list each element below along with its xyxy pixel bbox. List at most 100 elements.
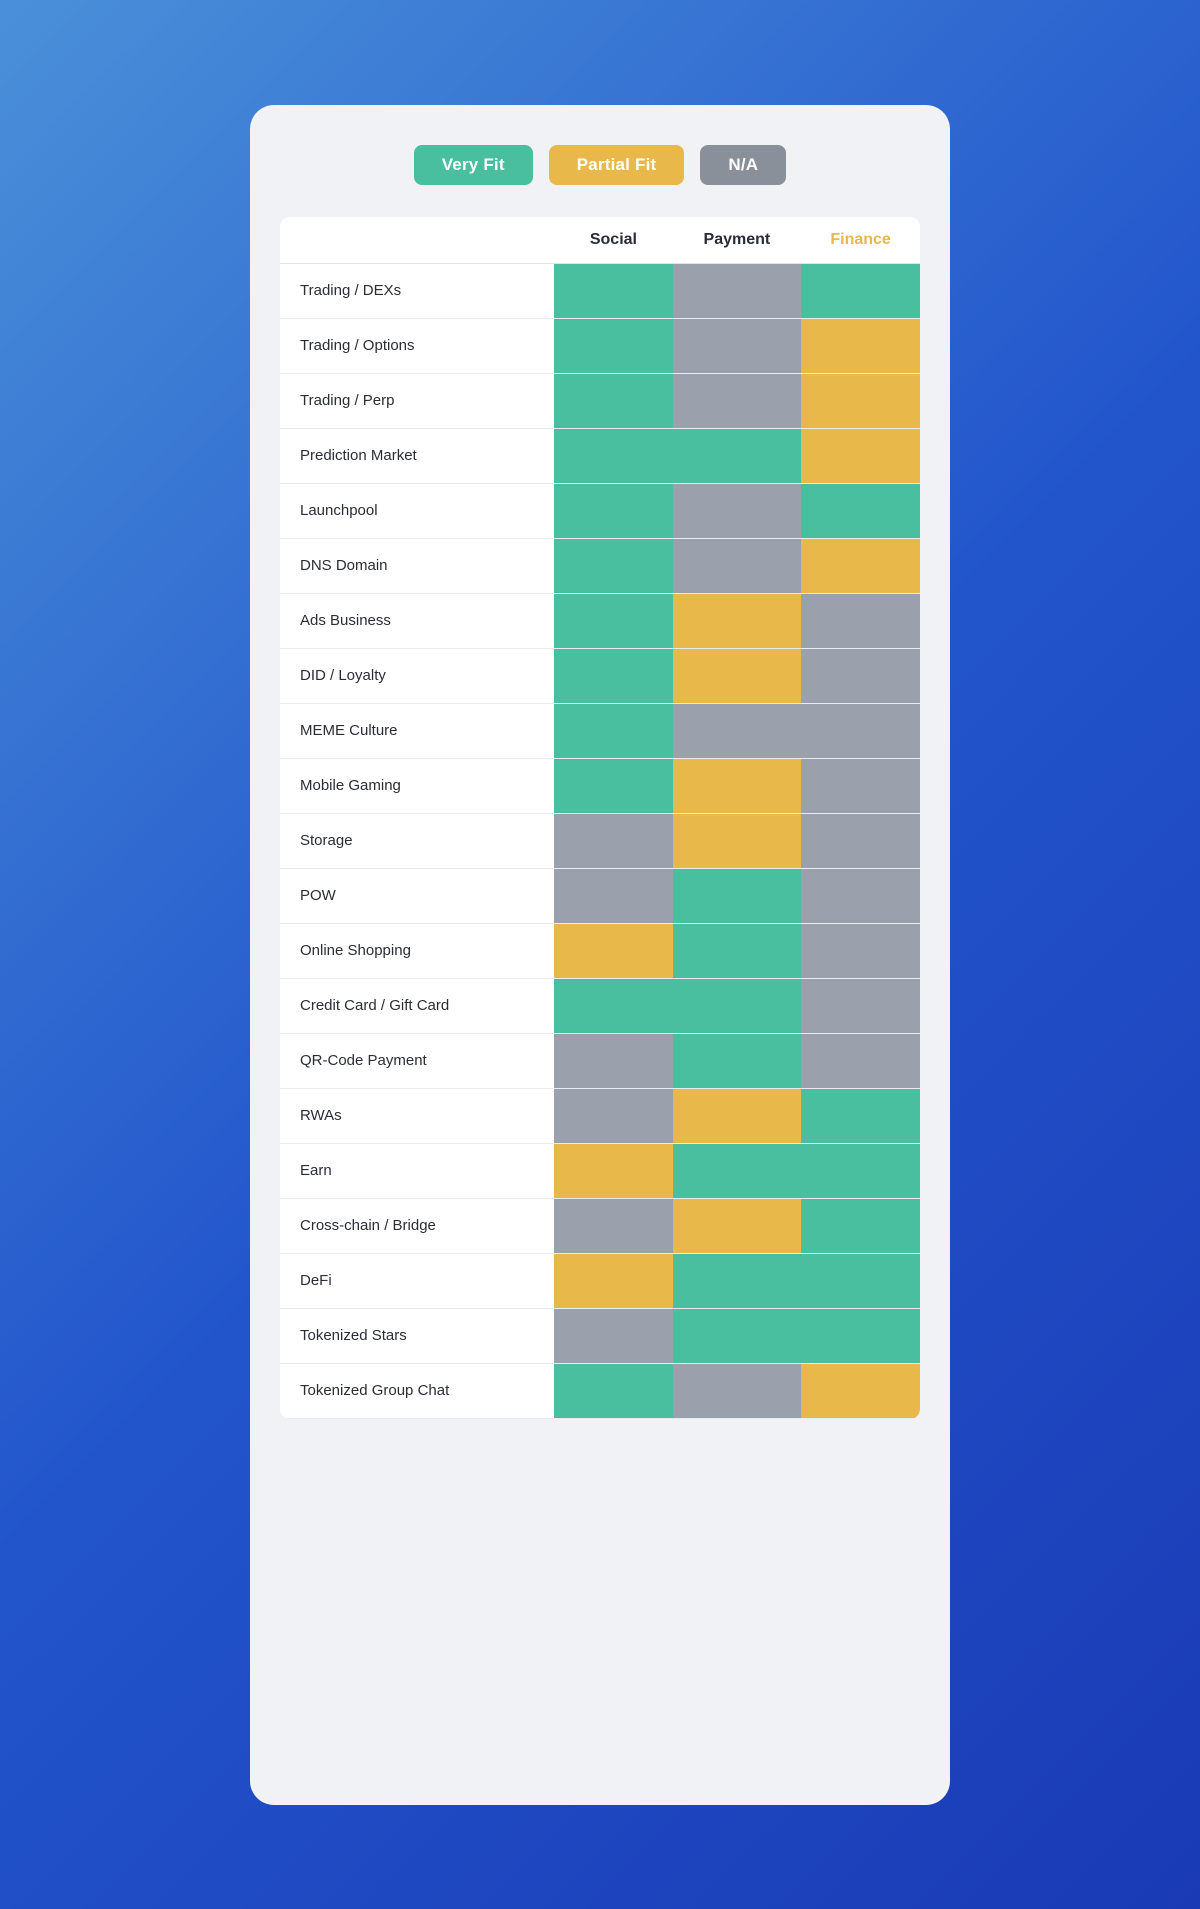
cell-color-social xyxy=(554,374,672,428)
table-row: DID / Loyalty xyxy=(280,648,920,703)
table-row: RWAs xyxy=(280,1088,920,1143)
cell-finance xyxy=(801,1198,920,1253)
cell-payment xyxy=(673,1363,802,1418)
table-row: Trading / Options xyxy=(280,318,920,373)
row-label: Credit Card / Gift Card xyxy=(280,978,554,1033)
cell-finance xyxy=(801,428,920,483)
row-label: Trading / Perp xyxy=(280,373,554,428)
cell-color-payment xyxy=(673,1364,802,1418)
cell-color-social xyxy=(554,1199,672,1253)
cell-payment xyxy=(673,1088,802,1143)
row-label: Storage xyxy=(280,813,554,868)
cell-color-social xyxy=(554,979,672,1033)
table-row: Launchpool xyxy=(280,483,920,538)
cell-color-finance xyxy=(801,1089,920,1143)
table-body: Trading / DEXsTrading / OptionsTrading /… xyxy=(280,263,920,1418)
row-label: Ads Business xyxy=(280,593,554,648)
cell-social xyxy=(554,1088,672,1143)
cell-payment xyxy=(673,1253,802,1308)
cell-color-finance xyxy=(801,319,920,373)
cell-social xyxy=(554,703,672,758)
cell-social xyxy=(554,648,672,703)
row-label: Trading / Options xyxy=(280,318,554,373)
cell-color-payment xyxy=(673,704,802,758)
cell-color-finance xyxy=(801,704,920,758)
cell-payment xyxy=(673,483,802,538)
cell-payment xyxy=(673,1143,802,1198)
row-label: DeFi xyxy=(280,1253,554,1308)
cell-color-social xyxy=(554,1254,672,1308)
cell-color-social xyxy=(554,1364,672,1418)
table-row: Ads Business xyxy=(280,593,920,648)
cell-color-payment xyxy=(673,539,802,593)
cell-color-social xyxy=(554,264,672,318)
table-row: Storage xyxy=(280,813,920,868)
cell-color-social xyxy=(554,924,672,978)
cell-social xyxy=(554,758,672,813)
cell-social xyxy=(554,978,672,1033)
row-label: Prediction Market xyxy=(280,428,554,483)
cell-social xyxy=(554,483,672,538)
cell-color-finance xyxy=(801,1254,920,1308)
cell-color-social xyxy=(554,759,672,813)
cell-payment xyxy=(673,923,802,978)
cell-finance xyxy=(801,483,920,538)
table-row: Online Shopping xyxy=(280,923,920,978)
cell-color-finance xyxy=(801,264,920,318)
cell-color-payment xyxy=(673,869,802,923)
cell-color-payment xyxy=(673,759,802,813)
cell-color-finance xyxy=(801,759,920,813)
table-row: Cross-chain / Bridge xyxy=(280,1198,920,1253)
row-label: POW xyxy=(280,868,554,923)
cell-color-payment xyxy=(673,1199,802,1253)
cell-payment xyxy=(673,868,802,923)
cell-social xyxy=(554,923,672,978)
cell-social xyxy=(554,1143,672,1198)
cell-color-payment xyxy=(673,1309,802,1363)
cell-color-social xyxy=(554,1309,672,1363)
legend: Very Fit Partial Fit N/A xyxy=(280,145,920,185)
cell-payment xyxy=(673,318,802,373)
cell-payment xyxy=(673,263,802,318)
main-card: Very Fit Partial Fit N/A Social Payment … xyxy=(250,105,950,1805)
row-label: Trading / DEXs xyxy=(280,263,554,318)
table-row: QR-Code Payment xyxy=(280,1033,920,1088)
row-label: Launchpool xyxy=(280,483,554,538)
row-label: Earn xyxy=(280,1143,554,1198)
cell-color-payment xyxy=(673,1254,802,1308)
cell-finance xyxy=(801,923,920,978)
cell-color-payment xyxy=(673,649,802,703)
cell-color-finance xyxy=(801,374,920,428)
cell-finance xyxy=(801,1253,920,1308)
table-row: Tokenized Stars xyxy=(280,1308,920,1363)
cell-color-social xyxy=(554,484,672,538)
cell-payment xyxy=(673,373,802,428)
col-header-category xyxy=(280,217,554,264)
cell-social xyxy=(554,318,672,373)
table-row: Trading / DEXs xyxy=(280,263,920,318)
cell-color-social xyxy=(554,869,672,923)
cell-finance xyxy=(801,263,920,318)
row-label: DID / Loyalty xyxy=(280,648,554,703)
cell-color-payment xyxy=(673,429,802,483)
cell-color-payment xyxy=(673,814,802,868)
cell-finance xyxy=(801,1308,920,1363)
cell-color-social xyxy=(554,649,672,703)
cell-color-payment xyxy=(673,594,802,648)
row-label: Mobile Gaming xyxy=(280,758,554,813)
table-row: Earn xyxy=(280,1143,920,1198)
cell-finance xyxy=(801,978,920,1033)
cell-color-finance xyxy=(801,924,920,978)
cell-payment xyxy=(673,758,802,813)
cell-social xyxy=(554,263,672,318)
cell-social xyxy=(554,593,672,648)
cell-social xyxy=(554,538,672,593)
cell-finance xyxy=(801,703,920,758)
cell-color-finance xyxy=(801,1034,920,1088)
cell-color-finance xyxy=(801,539,920,593)
cell-payment xyxy=(673,538,802,593)
cell-color-payment xyxy=(673,1144,802,1198)
cell-finance xyxy=(801,1033,920,1088)
cell-color-payment xyxy=(673,319,802,373)
row-label: DNS Domain xyxy=(280,538,554,593)
